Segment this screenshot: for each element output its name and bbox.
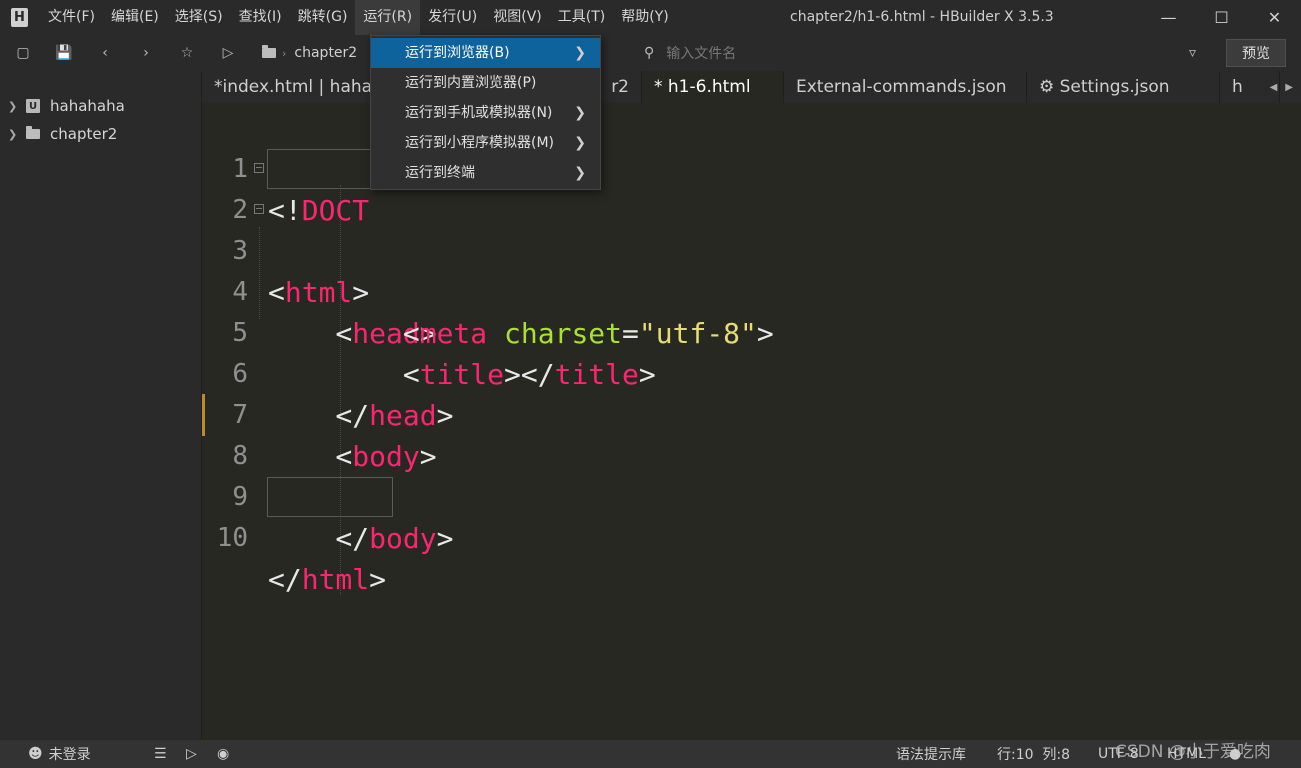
menu-view[interactable]: 视图(V) bbox=[485, 0, 550, 35]
menu-file[interactable]: 文件(F) bbox=[40, 0, 103, 35]
code-line-1: 1 <!DOCT bbox=[202, 108, 1301, 227]
menu-help[interactable]: 帮助(Y) bbox=[613, 0, 676, 35]
code-line-8: 8 bbox=[202, 395, 1301, 471]
code-line-4: 4 <meta charset="utf-8"> bbox=[202, 231, 1301, 350]
project-item-chapter2[interactable]: ❯ chapter2 bbox=[0, 120, 117, 148]
menu-item-label: 运行到浏览器(B) bbox=[405, 45, 510, 61]
submenu-arrow-icon: ❯ bbox=[574, 45, 586, 61]
window-title: chapter2/h1-6.html - HBuilder X 3.5.3 bbox=[790, 9, 1054, 25]
login-label: 未登录 bbox=[48, 747, 91, 763]
run-to-browser-item[interactable]: 运行到浏览器(B) ❯ bbox=[371, 38, 600, 68]
new-file-icon[interactable]: ▢ bbox=[8, 35, 38, 71]
run-to-builtin-browser-item[interactable]: 运行到内置浏览器(P) bbox=[371, 68, 600, 98]
menu-find[interactable]: 查找(I) bbox=[231, 0, 290, 35]
window-controls: — ☐ ✕ bbox=[1142, 0, 1301, 35]
project-item-hahahaha[interactable]: ❯ U hahahaha bbox=[0, 92, 125, 120]
tab-label: * h1-6.html bbox=[654, 77, 751, 97]
code-line-7: 7 <body> bbox=[202, 354, 1301, 473]
tab-scroll-left-icon[interactable]: ◀ bbox=[1270, 82, 1278, 93]
filter-icon[interactable]: ▿ bbox=[1189, 45, 1196, 61]
user-icon: ☻ bbox=[28, 746, 43, 762]
code-token: html bbox=[301, 563, 370, 596]
terminal-icon[interactable]: ▷ bbox=[186, 740, 197, 768]
folder-icon bbox=[26, 126, 40, 139]
toolbar: ▢ 💾 ‹ › ☆ ▷ › chapter2 ⚲ ▿ bbox=[0, 35, 1301, 71]
star-icon[interactable]: ☆ bbox=[172, 35, 202, 71]
menu-bar: H 文件(F) 编辑(E) 选择(S) 查找(I) 跳转(G) 运行(R) 发行… bbox=[0, 0, 1301, 35]
menu-item-label: 运行到终端 bbox=[405, 165, 475, 181]
submenu-arrow-icon: ❯ bbox=[574, 105, 586, 121]
code-line-5: 5 <title></title> bbox=[202, 272, 1301, 391]
tab-scroll-controls: ◀ ▶ bbox=[1270, 71, 1293, 103]
fold-toggle-icon[interactable] bbox=[254, 163, 264, 173]
close-icon[interactable]: ✕ bbox=[1248, 0, 1301, 35]
run-to-phone-emulator-item[interactable]: 运行到手机或模拟器(N) ❯ bbox=[371, 98, 600, 128]
globe-icon[interactable]: ◉ bbox=[217, 740, 229, 768]
menu-item-label: 运行到小程序模拟器(M) bbox=[405, 135, 555, 151]
submenu-arrow-icon: ❯ bbox=[574, 135, 586, 151]
hbuilder-logo-icon: H bbox=[11, 8, 28, 27]
file-search-input[interactable] bbox=[664, 44, 1149, 62]
status-bar: ☻ 未登录 ☰ ▷ ◉ 语法提示库 行:10 列:8 UTF-8 HTML ● bbox=[0, 740, 1301, 768]
tab-label: h bbox=[1232, 77, 1243, 97]
tab-label: External-commands.json bbox=[796, 77, 1007, 97]
menu-item-label: 运行到内置浏览器(P) bbox=[405, 75, 537, 91]
submenu-arrow-icon: ❯ bbox=[574, 165, 586, 181]
forward-icon[interactable]: › bbox=[131, 35, 161, 71]
maximize-icon[interactable]: ☐ bbox=[1195, 0, 1248, 35]
cursor-position[interactable]: 行:10 列:8 bbox=[997, 740, 1070, 768]
tab-h1-6-html[interactable]: * h1-6.html bbox=[642, 71, 784, 103]
chevron-right-icon[interactable]: ❯ bbox=[8, 128, 20, 141]
project-sidebar: ❯ U hahahaha ❯ chapter2 bbox=[0, 71, 202, 739]
folder-icon bbox=[262, 45, 276, 58]
menu-goto[interactable]: 跳转(G) bbox=[290, 0, 356, 35]
code-line-2: 2 <html> bbox=[202, 149, 1301, 309]
preview-button[interactable]: 预览 bbox=[1226, 39, 1286, 67]
chevron-right-icon[interactable]: ❯ bbox=[8, 100, 20, 113]
file-search-box: ⚲ ▿ bbox=[644, 39, 1214, 67]
syntax-hint-library[interactable]: 语法提示库 bbox=[896, 740, 966, 768]
login-status[interactable]: ☻ 未登录 bbox=[28, 740, 91, 768]
project-label: chapter2 bbox=[50, 125, 118, 143]
tab-label: ⚙ Settings.json bbox=[1039, 77, 1170, 97]
code-editor[interactable]: 1 <!DOCT 2 <html> 3 <head> 4 <meta chars… bbox=[202, 103, 1301, 739]
tab-external-commands[interactable]: External-commands.json bbox=[784, 71, 1027, 103]
menu-select[interactable]: 选择(S) bbox=[167, 0, 231, 35]
run-icon[interactable]: ▷ bbox=[213, 35, 243, 71]
tab-label: r2 bbox=[611, 77, 629, 97]
fold-toggle-icon[interactable] bbox=[254, 204, 264, 214]
code-token: body bbox=[369, 522, 437, 555]
breadcrumb-chevron-icon: › bbox=[282, 46, 287, 60]
editor-tab-bar: *index.html | hahahaha r2 * h1-6.html Ex… bbox=[202, 71, 1301, 103]
run-menu-dropdown: 运行到浏览器(B) ❯ 运行到内置浏览器(P) 运行到手机或模拟器(N) ❯ 运… bbox=[370, 35, 601, 190]
run-to-terminal-item[interactable]: 运行到终端 ❯ bbox=[371, 158, 600, 188]
outline-icon[interactable]: ☰ bbox=[154, 740, 167, 768]
breadcrumb-folder-label: chapter2 bbox=[294, 45, 358, 61]
code-line-10: 10 </html> bbox=[202, 477, 1301, 596]
watermark: CSDN @小于爱吃肉 bbox=[1115, 742, 1271, 762]
menu-tools[interactable]: 工具(T) bbox=[550, 0, 613, 35]
breadcrumb[interactable]: › chapter2 bbox=[262, 35, 357, 71]
menu-edit[interactable]: 编辑(E) bbox=[103, 0, 167, 35]
menu-item-label: 运行到手机或模拟器(N) bbox=[405, 105, 553, 121]
run-to-miniprogram-emulator-item[interactable]: 运行到小程序模拟器(M) ❯ bbox=[371, 128, 600, 158]
save-icon[interactable]: 💾 bbox=[49, 35, 79, 71]
tab-scroll-right-icon[interactable]: ▶ bbox=[1285, 82, 1293, 93]
back-icon[interactable]: ‹ bbox=[90, 35, 120, 71]
uniapp-project-icon: U bbox=[26, 99, 40, 113]
project-label: hahahaha bbox=[50, 97, 125, 115]
menu-run[interactable]: 运行(R) bbox=[355, 0, 421, 35]
file-search-icon: ⚲ bbox=[644, 45, 655, 61]
code-line-9: 9 </body> bbox=[202, 436, 1301, 555]
code-line-3: 3 <head> bbox=[202, 190, 1301, 350]
menu-publish[interactable]: 发行(U) bbox=[420, 0, 485, 35]
code-line-6: 6 </head> bbox=[202, 313, 1301, 432]
line-number: 10 bbox=[216, 523, 248, 553]
minimize-icon[interactable]: — bbox=[1142, 0, 1195, 35]
tab-settings[interactable]: ⚙ Settings.json bbox=[1027, 71, 1220, 103]
